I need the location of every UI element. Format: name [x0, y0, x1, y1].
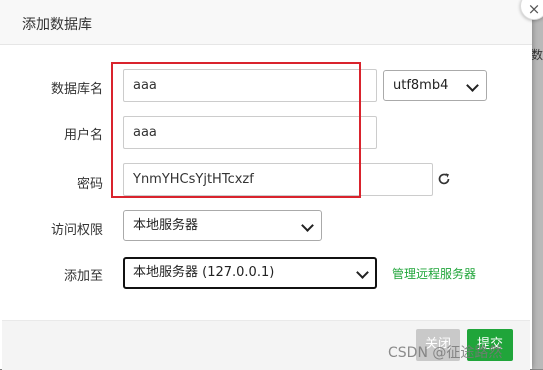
chevron-down-icon: [466, 79, 479, 92]
close-icon: ×: [527, 0, 541, 18]
access-select[interactable]: 本地服务器: [123, 210, 322, 241]
refresh-icon[interactable]: [437, 172, 451, 186]
dialog-title: 添加数据库: [22, 17, 92, 33]
add-to-label: 添加至: [63, 269, 103, 284]
access-label: 访问权限: [50, 223, 103, 238]
add-to-select[interactable]: 本地服务器 (127.0.0.1): [123, 257, 377, 289]
charset-value: utf8mb4: [393, 78, 449, 93]
charset-select[interactable]: utf8mb4: [383, 70, 487, 101]
chevron-down-icon: [301, 219, 314, 232]
password-label: 密码: [76, 177, 103, 192]
username-label: 用户名: [63, 128, 103, 143]
add-to-value: 本地服务器 (127.0.0.1): [133, 265, 275, 280]
chevron-down-icon: [356, 266, 369, 279]
dialog-header: 添加数据库: [0, 0, 532, 45]
db-name-label: 数据库名: [50, 82, 103, 97]
watermark: CSDN @征途路然: [388, 345, 503, 361]
manage-remote-server-link[interactable]: 管理远程服务器: [392, 265, 476, 282]
highlight-box: [111, 62, 361, 198]
access-value: 本地服务器: [133, 218, 199, 233]
add-database-dialog: 添加数据库 数据库名 aaa utf8mb4 用户名 aaa 密码 YnmYHC…: [0, 0, 532, 370]
background-text: 数: [531, 48, 543, 62]
